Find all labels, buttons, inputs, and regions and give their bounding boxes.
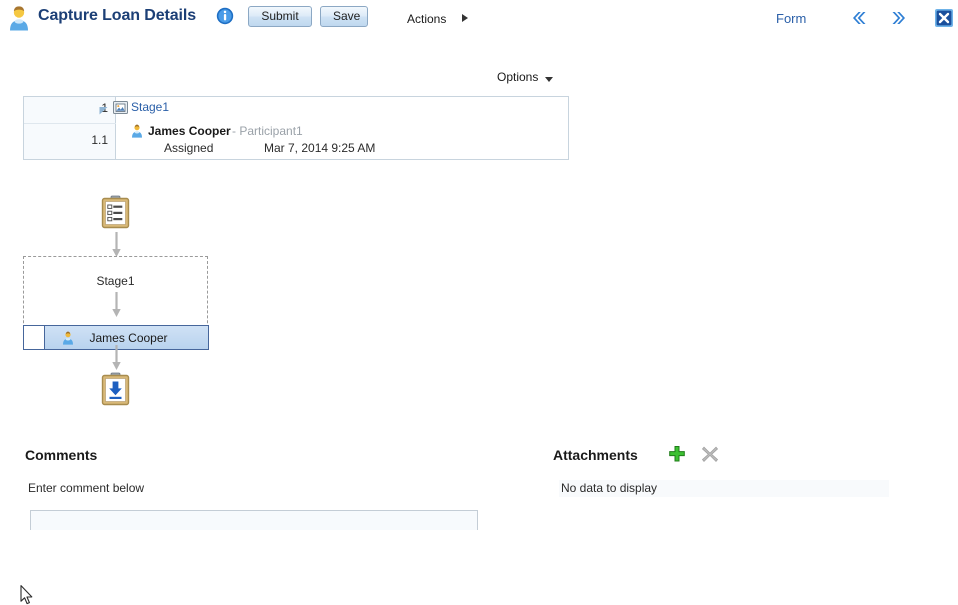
history-timestamp: Mar 7, 2014 9:25 AM (264, 141, 376, 155)
row-number: 1.1 (91, 133, 108, 147)
participant-person-icon (63, 331, 73, 345)
history-status: Assigned (164, 141, 214, 155)
stage-label: Stage1 (96, 274, 135, 288)
caret-down-icon[interactable] (545, 77, 553, 82)
actions-menu[interactable]: Actions (407, 12, 446, 26)
comments-hint: Enter comment below (28, 481, 145, 495)
close-window-icon[interactable] (934, 8, 954, 28)
attachments-section-title: Attachments (553, 447, 638, 463)
save-button[interactable]: Save (320, 6, 368, 27)
flow-arrow-icon (112, 292, 121, 317)
clipboard-checklist-icon[interactable] (101, 195, 130, 229)
comment-input[interactable] (30, 510, 478, 530)
mouse-pointer-icon (20, 585, 33, 605)
comments-section-title: Comments (25, 447, 98, 463)
chevron-right-icon[interactable] (891, 8, 911, 28)
clipboard-download-icon[interactable] (101, 372, 130, 406)
row-divider (24, 123, 116, 124)
info-icon[interactable] (216, 7, 234, 25)
cross-gray-icon[interactable] (701, 445, 719, 463)
participant-person-icon (132, 124, 142, 138)
history-participant-role: - Participant1 (232, 124, 303, 138)
plus-green-icon[interactable] (668, 445, 686, 463)
user-avatar-icon (10, 6, 28, 31)
stage-icon (113, 101, 128, 114)
workflow-diagram: Stage1 James Cooper (0, 180, 330, 605)
diagram-participant-name: James Cooper (89, 330, 168, 345)
disclosure-expanded-icon[interactable] (99, 106, 108, 115)
chevron-left-icon[interactable] (847, 8, 867, 28)
flow-arrow-icon (112, 345, 121, 370)
triangle-right-icon[interactable] (462, 14, 468, 22)
submit-button[interactable]: Submit (248, 6, 312, 27)
history-participant-name: James Cooper (148, 124, 231, 138)
page-title: Capture Loan Details (38, 7, 197, 24)
attachments-empty-message: No data to display (559, 480, 889, 497)
options-menu[interactable]: Options (497, 70, 538, 84)
history-stage-link[interactable]: Stage1 (131, 100, 169, 114)
participant-handle[interactable] (24, 326, 45, 349)
flow-arrow-icon (112, 232, 121, 257)
form-link[interactable]: Form (776, 11, 806, 26)
page-header: Capture Loan Details Submit Save Actions… (0, 0, 958, 36)
